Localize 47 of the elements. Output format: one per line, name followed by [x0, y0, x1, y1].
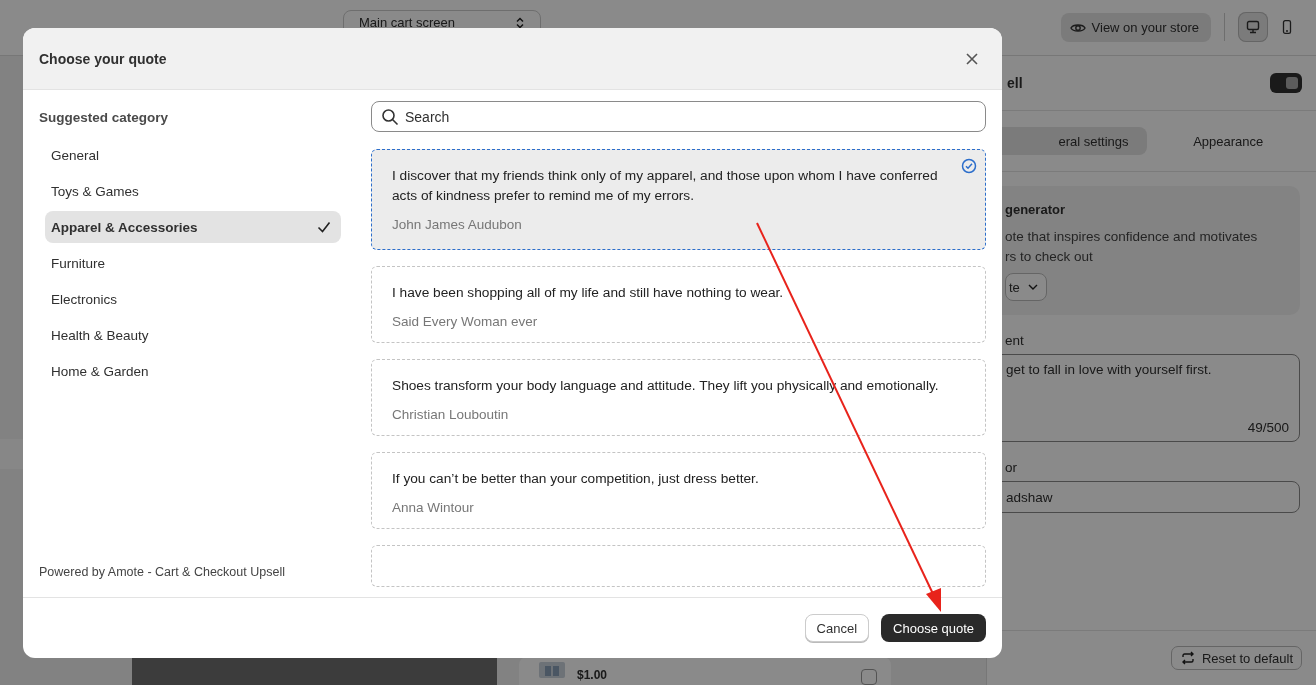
product-price: $1.00: [577, 668, 609, 682]
content-label: ent: [1005, 333, 1025, 348]
category-item[interactable]: Health & Beauty: [45, 319, 341, 351]
category-item[interactable]: Apparel & Accessories: [45, 211, 341, 243]
check-icon: [317, 221, 331, 233]
cancel-button[interactable]: Cancel: [804, 614, 870, 642]
generator-description: ote that inspires confidence and motivates: [1005, 228, 1258, 246]
quote-dropdown[interactable]: te: [1005, 273, 1047, 301]
quote-card[interactable]: I have been shopping all of my life and still have nothing to wear. Said Every Woman ever: [371, 266, 986, 343]
close-icon: [966, 52, 978, 65]
quote-card[interactable]: If you can’t be better than your competition, just dress better. Anna Wintour: [371, 452, 986, 529]
desktop-icon: [1246, 20, 1260, 34]
generator-title: generator: [1005, 202, 1065, 217]
dialog-title: Choose your quote: [39, 50, 167, 67]
category-item[interactable]: Toys & Games: [45, 175, 341, 207]
phone-icon: [1281, 20, 1293, 34]
chevron-icon: [515, 17, 526, 29]
reset-button[interactable]: Reset to default: [1170, 646, 1302, 670]
view-store-button[interactable]: View on your store: [1060, 13, 1211, 42]
quote-text: I have been shopping all of my life and still have nothing to wear.: [392, 284, 785, 302]
device-button[interactable]: [1238, 12, 1268, 42]
generator-description: rs to check out: [1005, 248, 1094, 266]
quote-card[interactable]: I discover that my friends think only of my apparel, and those upon whom I have conferred acts of kindness prefer to remind me of my errors. John James Audubon: [371, 149, 986, 250]
sidebar-heading: Suggested category: [39, 110, 170, 125]
powered-by-text: Powered by Amote - Cart & Checkout Upsell: [39, 565, 286, 579]
choose-quote-button[interactable]: Choose quote: [881, 614, 986, 642]
quote-text: If you can’t be better than your competition, just dress better.: [392, 470, 760, 488]
product-checkbox[interactable]: [861, 669, 877, 685]
quote-author: John James Audubon: [392, 217, 523, 232]
search-icon: [381, 108, 399, 126]
panel-title: ell: [1007, 75, 1023, 91]
enable-toggle[interactable]: [1270, 73, 1302, 93]
search-field[interactable]: Search: [371, 101, 986, 132]
category-item[interactable]: Home & Garden: [45, 355, 341, 387]
settings-tab[interactable]: Appearance: [1154, 127, 1302, 155]
author-label: or: [1005, 460, 1018, 475]
character-counter: 49/500: [1247, 420, 1289, 435]
category-item[interactable]: Furniture: [45, 247, 341, 279]
quote-text: I discover that my friends think only of my apparel, and those upon whom I have conferred acts of kindness prefer to remind me of my errors.: [392, 167, 939, 205]
category-item[interactable]: Electronics: [45, 283, 341, 315]
quote-author: Christian Louboutin: [392, 407, 510, 422]
chevron-down-icon: [1027, 284, 1038, 290]
check-circle-icon: [961, 158, 977, 174]
quote-author: Anna Wintour: [392, 500, 475, 515]
quote-author: Said Every Woman ever: [392, 314, 539, 329]
swap-icon: [1179, 650, 1196, 666]
category-item[interactable]: General: [45, 139, 341, 171]
